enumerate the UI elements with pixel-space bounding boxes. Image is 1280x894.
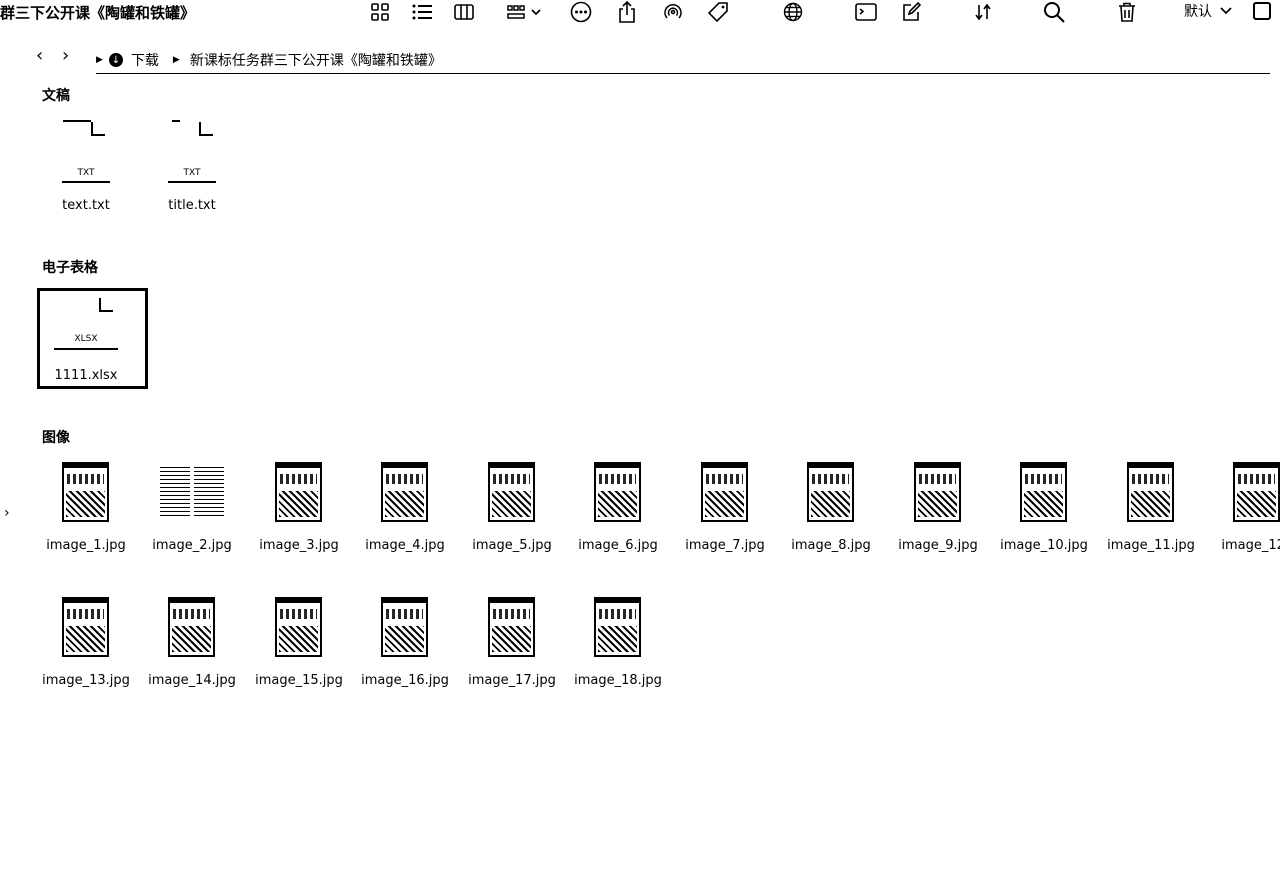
image-thumbnail (1020, 462, 1067, 522)
gallery-view-icon[interactable] (505, 0, 547, 24)
image-name: image_7.jpg (685, 538, 765, 553)
image-thumbnail (160, 462, 224, 522)
divider (96, 73, 1270, 74)
trash-icon[interactable] (1116, 0, 1138, 24)
image-thumbnail (807, 462, 854, 522)
column-view-icon[interactable] (453, 0, 475, 24)
text-document-icon: TXT (38, 118, 134, 183)
section-title-images: 图像 (42, 430, 70, 446)
image-thumbnail (62, 597, 109, 657)
image-thumbnail (701, 462, 748, 522)
image-name: image_14.jpg (148, 673, 236, 688)
edit-icon[interactable] (900, 0, 922, 24)
image-name: image_4.jpg (365, 538, 445, 553)
file-name: title.txt (168, 198, 216, 213)
search-icon[interactable] (1042, 0, 1066, 24)
image-name: image_9.jpg (898, 538, 978, 553)
image-name: image_15.jpg (255, 673, 343, 688)
image-thumbnail (1233, 462, 1280, 522)
section-title-documents: 文稿 (42, 88, 70, 104)
image-thumbnail (62, 462, 109, 522)
back-button[interactable]: ‹ (36, 46, 43, 66)
image-thumbnail (275, 462, 322, 522)
file-item-selected[interactable]: XLSX 1111.xlsx (38, 290, 134, 383)
sort-dropdown[interactable]: 默认 (1184, 1, 1232, 21)
image-name: image_10.jpg (1000, 538, 1088, 553)
file-extension: TXT (183, 168, 201, 178)
sort-label: 默认 (1184, 4, 1212, 20)
icon-view-icon[interactable] (369, 0, 391, 24)
image-name: image_1.jpg (46, 538, 126, 553)
image-name: image_6.jpg (578, 538, 658, 553)
breadcrumb-separator-icon: ▶ (172, 55, 180, 65)
image-thumbnail (488, 462, 535, 522)
file-extension: XLSX (74, 334, 98, 344)
file-item[interactable]: TXT text.txt (38, 118, 134, 213)
window-title: 群三下公开课《陶罐和铁罐》 (0, 4, 196, 22)
image-name: image_3.jpg (259, 538, 339, 553)
image-name: image_17.jpg (468, 673, 556, 688)
file-name: 1111.xlsx (54, 368, 118, 383)
toolbar: 群三下公开课《陶罐和铁罐》 默认 (0, 0, 1280, 26)
tag-icon[interactable] (707, 0, 729, 24)
image-thumbnail (488, 597, 535, 657)
breadcrumb-triangle-icon: ▶ (96, 55, 103, 65)
section-title-spreadsheets: 电子表格 (42, 260, 98, 276)
image-name: image_13.jpg (42, 673, 130, 688)
forward-button[interactable]: › (62, 46, 69, 66)
breadcrumb-item-folder[interactable]: 新课标任务群三下公开课《陶罐和铁罐》 (190, 50, 442, 70)
chevron-down-icon (1220, 7, 1232, 15)
image-thumbnail (168, 597, 215, 657)
window-square-icon[interactable] (1253, 2, 1271, 20)
spreadsheet-icon: XLSX (38, 290, 134, 350)
image-thumbnail (381, 462, 428, 522)
text-document-icon: TXT (144, 118, 240, 183)
image-name: image_8.jpg (791, 538, 871, 553)
globe-icon[interactable] (782, 0, 804, 24)
download-icon: ↓ (108, 53, 123, 67)
image-thumbnail (1127, 462, 1174, 522)
image-name: image_12.j (1221, 538, 1280, 553)
share-icon[interactable] (616, 0, 638, 24)
airdrop-icon[interactable] (661, 0, 685, 24)
terminal-icon[interactable] (854, 0, 878, 24)
breadcrumb-item-downloads[interactable]: 下载 (131, 50, 159, 70)
image-thumbnail (381, 597, 428, 657)
sort-icon[interactable] (972, 0, 994, 24)
file-extension: TXT (77, 168, 95, 178)
image-name: image_18.jpg (574, 673, 662, 688)
list-view-icon[interactable] (411, 0, 433, 24)
image-thumbnail (914, 462, 961, 522)
breadcrumb: ▶ ↓ 下载 ▶ 新课标任务群三下公开课《陶罐和铁罐》 (96, 50, 442, 70)
image-thumbnail (594, 597, 641, 657)
image-thumbnail (594, 462, 641, 522)
more-icon[interactable] (569, 0, 593, 24)
file-item[interactable]: TXT title.txt (144, 118, 240, 213)
image-name: image_2.jpg (152, 538, 232, 553)
image-thumbnail (275, 597, 322, 657)
image-name: image_5.jpg (472, 538, 552, 553)
image-name: image_16.jpg (361, 673, 449, 688)
sidebar-expand-icon[interactable]: › (4, 505, 10, 521)
image-name: image_11.jpg (1107, 538, 1195, 553)
